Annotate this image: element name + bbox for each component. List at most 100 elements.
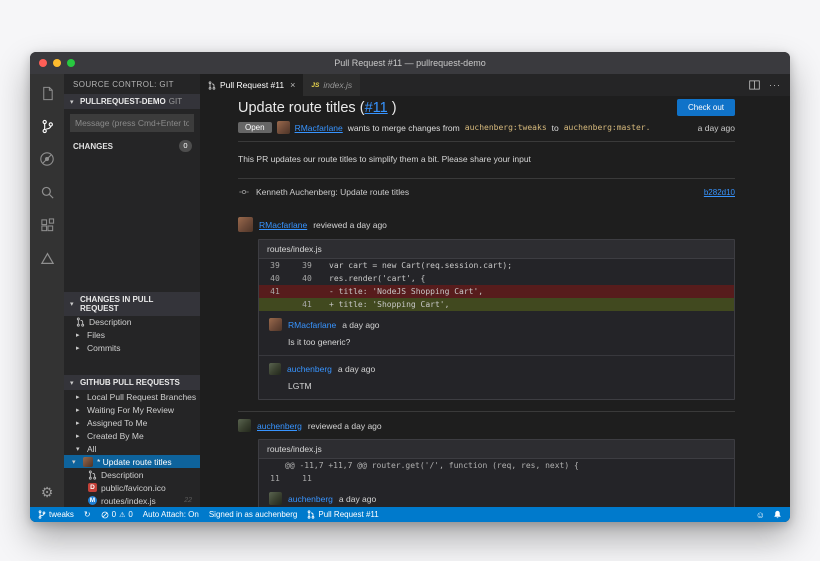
editor-area: Pull Request #11 × JS index.js ··· Updat… bbox=[200, 74, 790, 507]
settings-gear-icon[interactable]: ⚙ bbox=[38, 483, 56, 501]
comment-author-link[interactable]: auchenberg bbox=[288, 494, 333, 504]
titlebar: Pull Request #11 — pullrequest-demo bbox=[30, 52, 790, 74]
chevron-right-icon: ▸ bbox=[76, 406, 80, 414]
review-comment: RMacfarlane a day ago Is it too generic? bbox=[259, 311, 734, 355]
diff-file-name: routes/index.js bbox=[259, 440, 734, 459]
explorer-icon[interactable] bbox=[38, 84, 56, 102]
comment-author-link[interactable]: RMacfarlane bbox=[288, 320, 336, 330]
comment-time: a day ago bbox=[342, 319, 380, 330]
changes-in-pr-title: CHANGES IN PULL REQUEST bbox=[80, 294, 154, 313]
zoom-window-button[interactable] bbox=[67, 59, 75, 67]
search-icon[interactable] bbox=[38, 183, 56, 201]
to-text: to bbox=[551, 122, 559, 133]
close-tab-icon[interactable]: × bbox=[290, 80, 295, 90]
auto-attach-status-item[interactable]: Auto Attach: On bbox=[143, 510, 199, 519]
pr-number-link[interactable]: #11 bbox=[365, 100, 388, 116]
pr-author-link[interactable]: RMacfarlane bbox=[295, 123, 343, 133]
tab-pull-request[interactable]: Pull Request #11 × bbox=[200, 74, 304, 96]
diff-row: 11 11 bbox=[270, 474, 312, 483]
sync-status-item[interactable]: ↻ bbox=[84, 510, 91, 519]
split-editor-icon[interactable] bbox=[749, 80, 760, 90]
review-action-text: reviewed a day ago bbox=[307, 420, 382, 431]
avatar bbox=[83, 456, 93, 467]
close-window-button[interactable] bbox=[39, 59, 47, 67]
tree-item-commits[interactable]: ▸ Commits bbox=[64, 342, 200, 355]
changes-row[interactable]: CHANGES 0 bbox=[64, 136, 200, 156]
chevron-down-icon: ▾ bbox=[72, 458, 76, 466]
github-prs-section-header[interactable]: ▾ GITHUB PULL REQUESTS bbox=[64, 375, 200, 390]
tree-item-routes-index[interactable]: M routes/index.js 22 bbox=[64, 494, 200, 507]
pull-request-icon bbox=[308, 510, 315, 519]
tree-item-favicon[interactable]: D public/favicon.ico bbox=[64, 481, 200, 494]
pull-requests-extension-icon[interactable] bbox=[38, 249, 56, 267]
repo-section-label: PULLREQUEST-DEMO bbox=[80, 97, 166, 106]
source-control-icon[interactable] bbox=[38, 117, 56, 135]
review-comment: auchenberg a day ago Looks like producti… bbox=[259, 485, 734, 507]
chevron-right-icon: ▸ bbox=[76, 332, 80, 340]
base-ref: auchenberg:master. bbox=[563, 123, 651, 132]
pr-timestamp: a day ago bbox=[697, 122, 735, 133]
more-actions-icon[interactable]: ··· bbox=[769, 80, 781, 90]
tree-item-decoration: 22 bbox=[184, 497, 192, 504]
tree-item-label: Created By Me bbox=[87, 430, 144, 441]
debug-icon[interactable] bbox=[38, 150, 56, 168]
notifications-bell-icon[interactable] bbox=[773, 510, 782, 519]
checkout-button[interactable]: Check out bbox=[676, 99, 735, 116]
tree-item-label: Assigned To Me bbox=[87, 417, 148, 428]
git-commit-icon bbox=[238, 187, 250, 197]
diff-table: 39 39 var cart = new Cart(req.session.car… bbox=[259, 259, 734, 311]
review-author-link[interactable]: auchenberg bbox=[257, 421, 302, 431]
chevron-right-icon: ▸ bbox=[76, 419, 80, 427]
tree-item-pr-description[interactable]: Description bbox=[64, 468, 200, 481]
tree-item-label: Description bbox=[101, 469, 144, 480]
errors-icon bbox=[101, 511, 109, 518]
extensions-icon[interactable] bbox=[38, 216, 56, 234]
review-event-header: auchenberg reviewed a day ago bbox=[238, 419, 735, 432]
chevron-right-icon: ▸ bbox=[76, 345, 80, 353]
pr-description-view: Update route titles (#11 ) Check out Ope… bbox=[200, 96, 790, 507]
divider bbox=[238, 411, 735, 412]
tree-item-label: public/favicon.ico bbox=[101, 482, 166, 493]
minimize-window-button[interactable] bbox=[53, 59, 61, 67]
tree-item-label: Waiting For My Review bbox=[87, 404, 175, 415]
diff-file-name: routes/index.js bbox=[259, 240, 734, 259]
pr-state-badge: Open bbox=[238, 122, 272, 133]
tree-item-label: Local Pull Request Branches bbox=[87, 391, 197, 402]
tree-item-waiting-for-my-review[interactable]: ▸ Waiting For My Review bbox=[64, 403, 200, 416]
github-prs-title: GITHUB PULL REQUESTS bbox=[80, 378, 180, 387]
review-diff-box: routes/index.js 39 39 var cart = new Cart… bbox=[258, 239, 735, 400]
tree-item-description[interactable]: Description bbox=[64, 316, 200, 329]
diff-hunk-row: @@ -11,7 +11,7 @@ router.get('/', functi… bbox=[285, 461, 579, 470]
tree-item-label: Files bbox=[87, 330, 105, 341]
tree-item-local-pr-branches[interactable]: ▸ Local Pull Request Branches bbox=[64, 390, 200, 403]
tree-item-assigned-to-me[interactable]: ▸ Assigned To Me bbox=[64, 416, 200, 429]
avatar bbox=[238, 419, 251, 432]
pull-request-icon bbox=[76, 317, 85, 327]
comment-author-link[interactable]: auchenberg bbox=[287, 364, 332, 374]
head-ref: auchenberg:tweaks bbox=[464, 123, 547, 132]
changes-in-pr-section-header[interactable]: ▾ CHANGES IN PULL REQUEST bbox=[64, 291, 200, 316]
diff-row-added: 41 + title: 'Shopping Cart', bbox=[259, 298, 734, 311]
tree-item-all[interactable]: ▾ All bbox=[64, 442, 200, 455]
pr-description-text: This PR updates our route titles to simp… bbox=[238, 154, 531, 164]
file-deleted-icon: D bbox=[88, 483, 97, 492]
changes-count-badge: 0 bbox=[179, 140, 192, 152]
vscode-window: Pull Request #11 — pullrequest-demo ⚙ SO… bbox=[30, 52, 790, 522]
chevron-right-icon: ▸ bbox=[76, 393, 80, 401]
tree-item-created-by-me[interactable]: ▸ Created By Me bbox=[64, 429, 200, 442]
problems-status-item[interactable]: 0 ⚠ 0 bbox=[101, 510, 133, 519]
review-action-text: reviewed a day ago bbox=[313, 219, 387, 230]
feedback-smiley-icon[interactable]: ☺ bbox=[756, 510, 765, 520]
commit-sha-link[interactable]: b282d10 bbox=[704, 188, 735, 197]
avatar bbox=[269, 318, 282, 331]
commit-message-input[interactable] bbox=[70, 114, 194, 132]
tab-bar: Pull Request #11 × JS index.js ··· bbox=[200, 74, 790, 96]
tree-item-update-route-titles[interactable]: ▾ * Update route titles bbox=[64, 455, 200, 468]
tree-item-files[interactable]: ▸ Files bbox=[64, 329, 200, 342]
tab-index-js[interactable]: JS index.js bbox=[303, 74, 361, 96]
pr-status-item[interactable]: Pull Request #11 bbox=[307, 510, 379, 519]
branch-status-item[interactable]: tweaks bbox=[38, 510, 74, 519]
signed-in-status-item[interactable]: Signed in as auchenberg bbox=[209, 510, 298, 519]
review-author-link[interactable]: RMacfarlane bbox=[259, 220, 307, 230]
repo-section-header[interactable]: ▾ PULLREQUEST-DEMO GIT bbox=[64, 94, 200, 109]
